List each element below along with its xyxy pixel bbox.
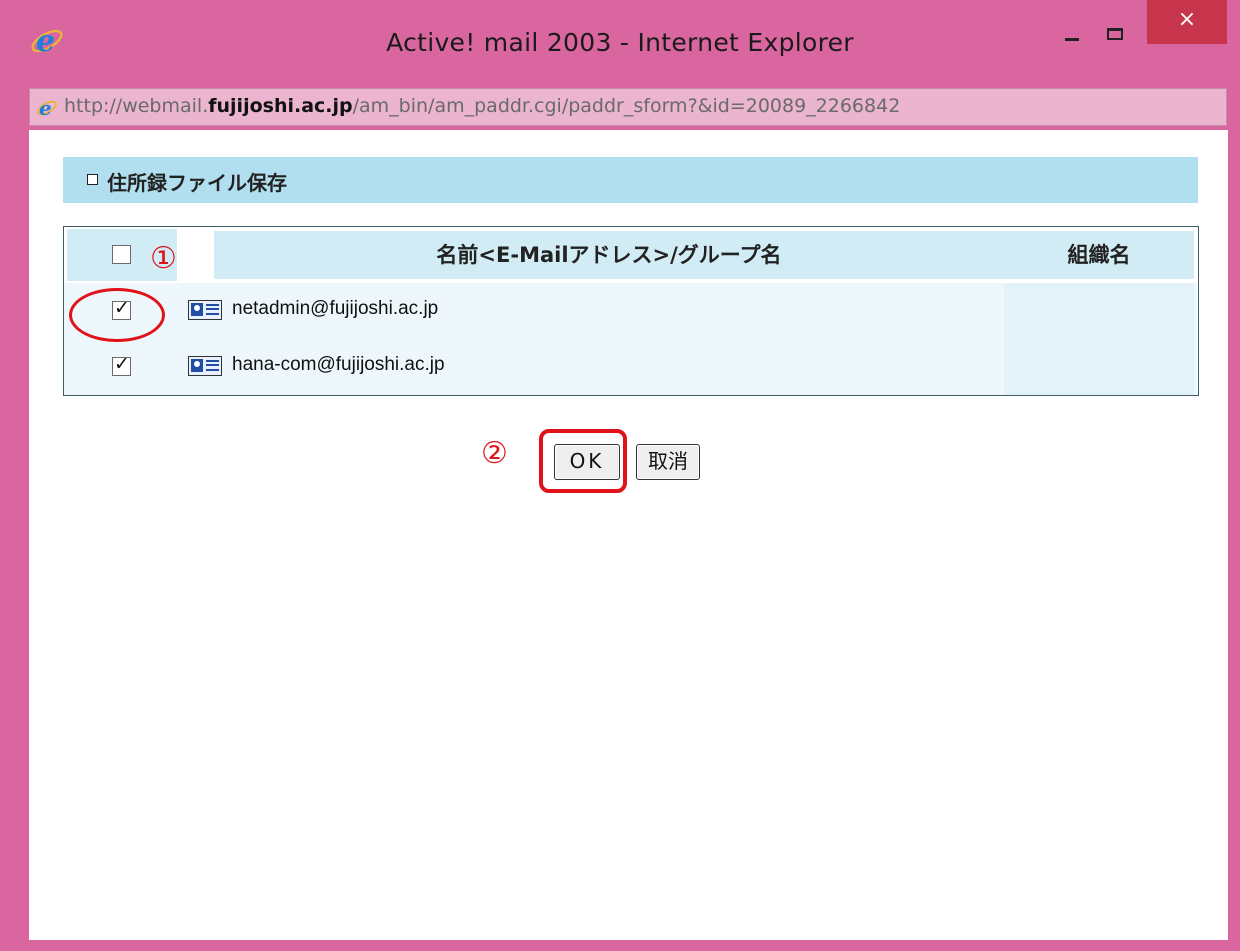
contact-card-icon (188, 300, 222, 320)
cancel-button[interactable]: 取消 (636, 444, 700, 480)
table-row: netadmin@fujijoshi.ac.jp (64, 283, 1197, 339)
browser-window: e Active! mail 2003 - Internet Explorer … (0, 0, 1240, 951)
square-bullet-icon (87, 174, 98, 185)
url-prefix: http://webmail. (64, 95, 209, 117)
name-column-header: 名前<E-Mailアドレス>/グループ名 (214, 231, 1004, 279)
contact-email: netadmin@fujijoshi.ac.jp (232, 298, 439, 319)
title-bar: e Active! mail 2003 - Internet Explorer … (0, 0, 1240, 88)
contact-org (1004, 283, 1194, 339)
url-host: fujijoshi.ac.jp (208, 95, 353, 117)
url-path: /am_bin/am_paddr.cgi/paddr_sform?&id=200… (352, 95, 901, 117)
org-column-header: 組織名 (1004, 231, 1194, 279)
contact-card-icon (188, 356, 222, 376)
step-1-marker: ① (150, 241, 177, 276)
minimize-button[interactable] (1053, 14, 1093, 54)
table-row: hana-com@fujijoshi.ac.jp (64, 339, 1197, 395)
address-table: 名前<E-Mailアドレス>/グループ名 組織名 netadmin@fujijo… (63, 226, 1199, 396)
svg-text:e: e (39, 97, 52, 119)
section-title: 住所録ファイル保存 (107, 171, 287, 195)
section-header: 住所録ファイル保存 (63, 157, 1198, 203)
contact-email: hana-com@fujijoshi.ac.jp (232, 354, 445, 375)
ok-button[interactable]: OK (554, 444, 620, 480)
row-checkbox[interactable] (112, 353, 131, 376)
highlight-ellipse (69, 288, 165, 342)
select-all-checkbox[interactable] (112, 245, 131, 264)
close-button[interactable]: × (1147, 0, 1227, 44)
address-bar[interactable]: e http://webmail.fujijoshi.ac.jp/am_bin/… (29, 88, 1227, 126)
table-header-row: 名前<E-Mailアドレス>/グループ名 組織名 (64, 227, 1197, 283)
internet-explorer-icon: e (37, 97, 57, 119)
step-2-marker: ② (481, 436, 508, 471)
contact-org (1004, 339, 1194, 395)
address-url: http://webmail.fujijoshi.ac.jp/am_bin/am… (64, 95, 900, 117)
page-content: 住所録ファイル保存 名前<E-Mailアドレス>/グループ名 組織名 netad… (29, 130, 1228, 940)
maximize-button[interactable] (1097, 14, 1137, 54)
